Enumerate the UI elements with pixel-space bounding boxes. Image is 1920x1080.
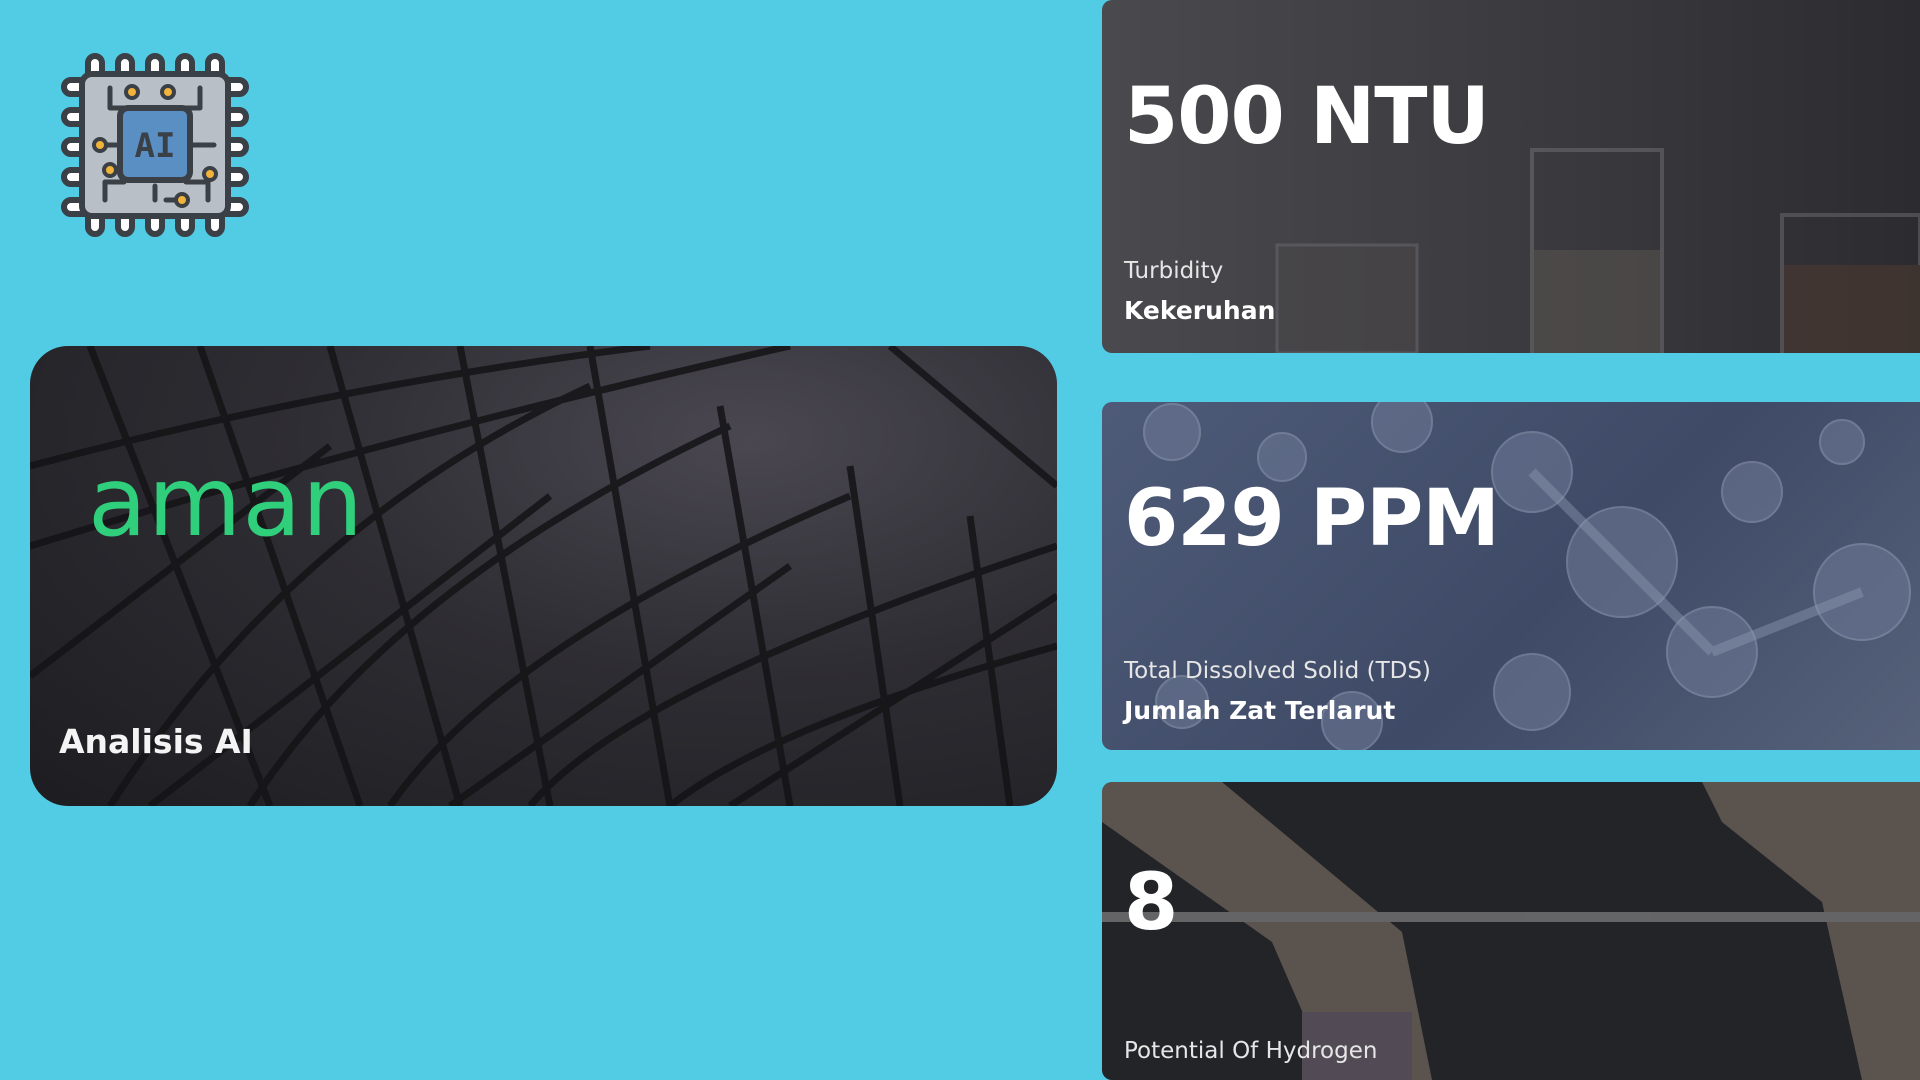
turbidity-label-id: Kekeruhan	[1124, 296, 1276, 325]
turbidity-label-en: Turbidity	[1124, 258, 1224, 284]
ai-chip-text: AI	[135, 126, 176, 166]
ai-analysis-label: Analisis AI	[59, 722, 253, 761]
ph-test-image	[1102, 782, 1920, 1080]
tds-label-en: Total Dissolved Solid (TDS)	[1124, 658, 1431, 684]
ai-status-text: aman	[88, 446, 365, 558]
ai-analysis-card[interactable]: aman Analisis AI	[30, 346, 1057, 806]
turbidity-value: 500 NTU	[1124, 72, 1490, 162]
turbidity-card[interactable]: 500 NTU Turbidity Kekeruhan	[1102, 0, 1920, 353]
dashboard: AI aman Analisis AI 500 NTU Turbidity Ke…	[0, 0, 1920, 1080]
ph-value: 8	[1124, 858, 1178, 948]
tds-value: 629 PPM	[1124, 474, 1500, 564]
tds-card[interactable]: 629 PPM Total Dissolved Solid (TDS) Juml…	[1102, 402, 1920, 750]
ai-chip-icon: AI	[60, 50, 250, 240]
ph-label-en: Potential Of Hydrogen	[1124, 1038, 1378, 1064]
tds-label-id: Jumlah Zat Terlarut	[1124, 696, 1396, 725]
ph-card[interactable]: 8 Potential Of Hydrogen	[1102, 782, 1920, 1080]
